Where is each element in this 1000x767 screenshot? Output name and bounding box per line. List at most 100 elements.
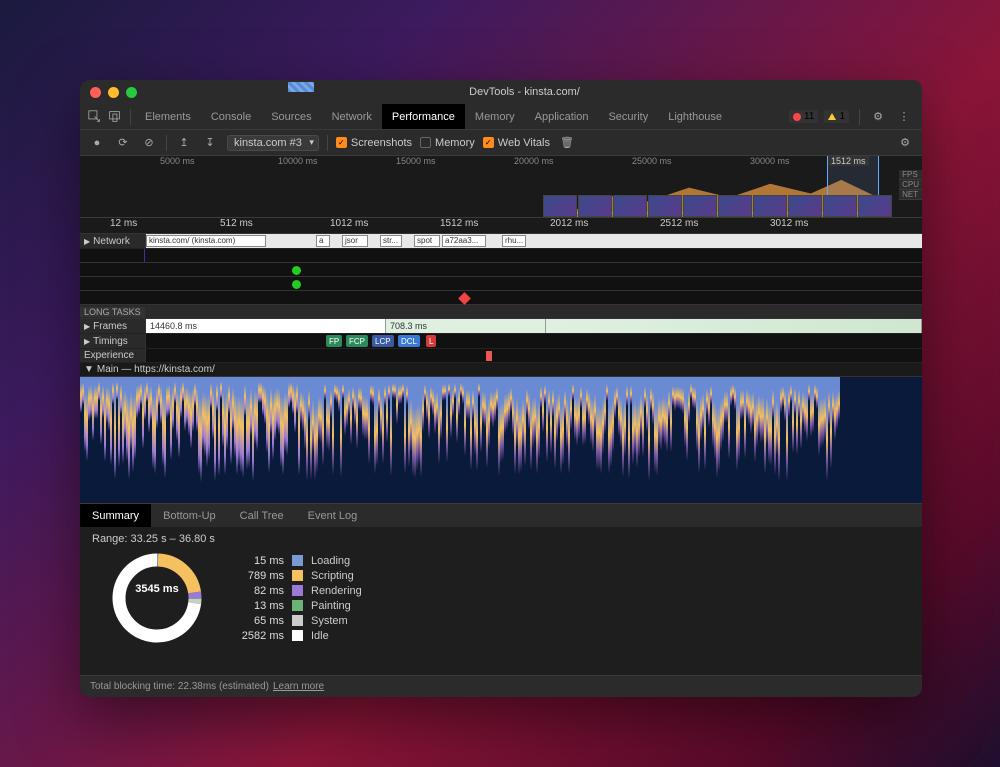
timing-badge-fp[interactable]: FP <box>326 335 342 347</box>
frame-segment[interactable]: 708.3 ms <box>386 319 546 333</box>
legend-row: 65 msSystem <box>232 615 362 627</box>
download-profile-button[interactable]: ↧ <box>201 134 219 152</box>
panel-tab-security[interactable]: Security <box>598 104 658 129</box>
upload-profile-button[interactable]: ↥ <box>175 134 193 152</box>
vitals-marker-bad <box>458 292 471 305</box>
layout-shift-marker[interactable] <box>486 351 492 361</box>
panel-tabs: ElementsConsoleSourcesNetworkPerformance… <box>80 104 922 130</box>
network-request[interactable]: a72aa3... <box>442 235 486 247</box>
memory-checkbox[interactable]: Memory <box>420 137 475 149</box>
disclosure-arrow-icon[interactable]: ▼ <box>84 364 94 375</box>
record-button[interactable]: ● <box>88 134 106 152</box>
status-footer: Total blocking time: 22.38ms (estimated)… <box>80 675 922 697</box>
details-tabs: SummaryBottom-UpCall TreeEvent Log <box>80 503 922 527</box>
frame-segment[interactable]: 14460.8 ms <box>146 319 386 333</box>
settings-gear-icon[interactable]: ⚙ <box>870 109 886 125</box>
screenshot-thumbnail[interactable] <box>718 195 752 217</box>
blocking-time-label: Total blocking time: 22.38ms (estimated) <box>90 681 269 692</box>
profile-select[interactable]: kinsta.com #3 <box>227 135 319 151</box>
screenshot-thumbnail[interactable] <box>858 195 892 217</box>
checkbox-checked-icon: ✓ <box>483 137 494 148</box>
screenshot-thumbnail[interactable] <box>578 195 612 217</box>
details-tab-call-tree[interactable]: Call Tree <box>228 504 296 527</box>
range-label: Range: 33.25 s – 36.80 s <box>92 533 910 545</box>
details-tab-bottom-up[interactable]: Bottom-Up <box>151 504 228 527</box>
legend-row: 2582 msIdle <box>232 630 362 642</box>
panel-tab-memory[interactable]: Memory <box>465 104 525 129</box>
selection-duration-label: 1512 ms <box>828 156 869 166</box>
checkbox-checked-icon: ✓ <box>336 137 347 148</box>
reload-record-button[interactable]: ⟳ <box>114 134 132 152</box>
capture-settings-gear-icon[interactable]: ⚙ <box>896 134 914 152</box>
panel-tab-performance[interactable]: Performance <box>382 104 465 129</box>
disclosure-arrow-icon[interactable]: ▶ <box>84 322 90 331</box>
panel-tab-console[interactable]: Console <box>201 104 261 129</box>
disclosure-arrow-icon[interactable]: ▶ <box>84 337 90 346</box>
details-tab-event-log[interactable]: Event Log <box>296 504 370 527</box>
checkbox-unchecked-icon <box>420 137 431 148</box>
warning-count-badge[interactable]: 1 <box>824 110 849 123</box>
perf-toolbar: ● ⟳ ⊘ ↥ ↧ kinsta.com #3 ✓Screenshots Mem… <box>80 130 922 156</box>
panel-tab-lighthouse[interactable]: Lighthouse <box>658 104 732 129</box>
network-request[interactable]: jsor <box>342 235 368 247</box>
more-menu-icon[interactable]: ⋮ <box>896 109 912 125</box>
main-thread-header[interactable]: ▼Main — https://kinsta.com/ <box>80 363 922 377</box>
vitals-marker <box>292 280 301 289</box>
minimize-window-button[interactable] <box>108 87 119 98</box>
garbage-collect-button[interactable]: 🗑 <box>558 134 576 152</box>
overview-timeline[interactable]: 5000 ms10000 ms15000 ms20000 ms25000 ms3… <box>80 156 922 218</box>
frames-track[interactable]: ▶Frames 14460.8 ms 708.3 ms <box>80 319 922 334</box>
legend-row: 82 msRendering <box>232 585 362 597</box>
inspect-element-icon[interactable] <box>86 109 102 125</box>
overview-ruler: 5000 ms10000 ms15000 ms20000 ms25000 ms3… <box>80 156 922 170</box>
network-track[interactable]: ▶Network kinsta.com/ (kinsta.com)ajsorst… <box>80 234 922 249</box>
legend-row: 13 msPainting <box>232 600 362 612</box>
experience-track[interactable]: Experience <box>80 349 922 363</box>
learn-more-link[interactable]: Learn more <box>273 681 324 692</box>
network-request[interactable]: str... <box>380 235 402 247</box>
timing-badge-fcp[interactable]: FCP <box>346 335 368 347</box>
screenshot-thumbnail[interactable] <box>683 195 717 217</box>
screenshot-thumbnail[interactable] <box>823 195 857 217</box>
maximize-window-button[interactable] <box>126 87 137 98</box>
timing-badge-dcl[interactable]: DCL <box>398 335 420 347</box>
clear-button[interactable]: ⊘ <box>140 134 158 152</box>
screenshot-thumbnail[interactable] <box>788 195 822 217</box>
screenshot-thumbnail[interactable] <box>648 195 682 217</box>
screenshots-checkbox[interactable]: ✓Screenshots <box>336 137 412 149</box>
timing-badge-lcp[interactable]: LCP <box>372 335 394 347</box>
panel-tab-network[interactable]: Network <box>322 104 382 129</box>
screenshot-filmstrip <box>543 195 892 217</box>
panel-tab-application[interactable]: Application <box>525 104 599 129</box>
panel-tab-elements[interactable]: Elements <box>135 104 201 129</box>
summary-pane: Range: 33.25 s – 36.80 s 3545 ms 15 msLo… <box>80 527 922 675</box>
warning-icon <box>828 113 836 120</box>
devtools-window: DevTools - kinsta.com/ ElementsConsoleSo… <box>80 80 922 697</box>
timeline-ruler[interactable]: 12 ms512 ms1012 ms1512 ms2012 ms2512 ms3… <box>80 218 922 234</box>
donut-total: 3545 ms <box>112 583 202 595</box>
web-vitals-checkbox[interactable]: ✓Web Vitals <box>483 137 550 149</box>
network-request[interactable]: rhu... <box>502 235 526 247</box>
timing-badge-l[interactable]: L <box>426 335 436 347</box>
network-request[interactable]: a <box>316 235 330 247</box>
details-tab-summary[interactable]: Summary <box>80 504 151 527</box>
network-request[interactable]: spot <box>414 235 440 247</box>
screenshot-thumbnail[interactable] <box>613 195 647 217</box>
timings-track[interactable]: ▶Timings FPFCPLCPDCLL <box>80 334 922 349</box>
network-request[interactable]: kinsta.com/ (kinsta.com) <box>146 235 266 247</box>
overview-lane-labels: FPSCPUNET <box>899 170 922 200</box>
legend-row: 15 msLoading <box>232 555 362 567</box>
screenshot-thumbnail[interactable] <box>543 195 577 217</box>
device-toggle-icon[interactable] <box>106 109 122 125</box>
timeline-main: 12 ms512 ms1012 ms1512 ms2012 ms2512 ms3… <box>80 218 922 675</box>
flame-chart[interactable] <box>80 377 922 503</box>
disclosure-arrow-icon[interactable]: ▶ <box>84 237 90 246</box>
error-count-badge[interactable]: 11 <box>789 110 818 123</box>
close-window-button[interactable] <box>90 87 101 98</box>
screenshot-thumbnail[interactable] <box>753 195 787 217</box>
error-icon <box>793 113 801 121</box>
panel-tab-sources[interactable]: Sources <box>261 104 321 129</box>
long-tasks-track[interactable]: LONG TASKS <box>80 305 922 319</box>
time-breakdown-donut: 3545 ms <box>112 553 202 643</box>
titlebar: DevTools - kinsta.com/ <box>80 80 922 104</box>
